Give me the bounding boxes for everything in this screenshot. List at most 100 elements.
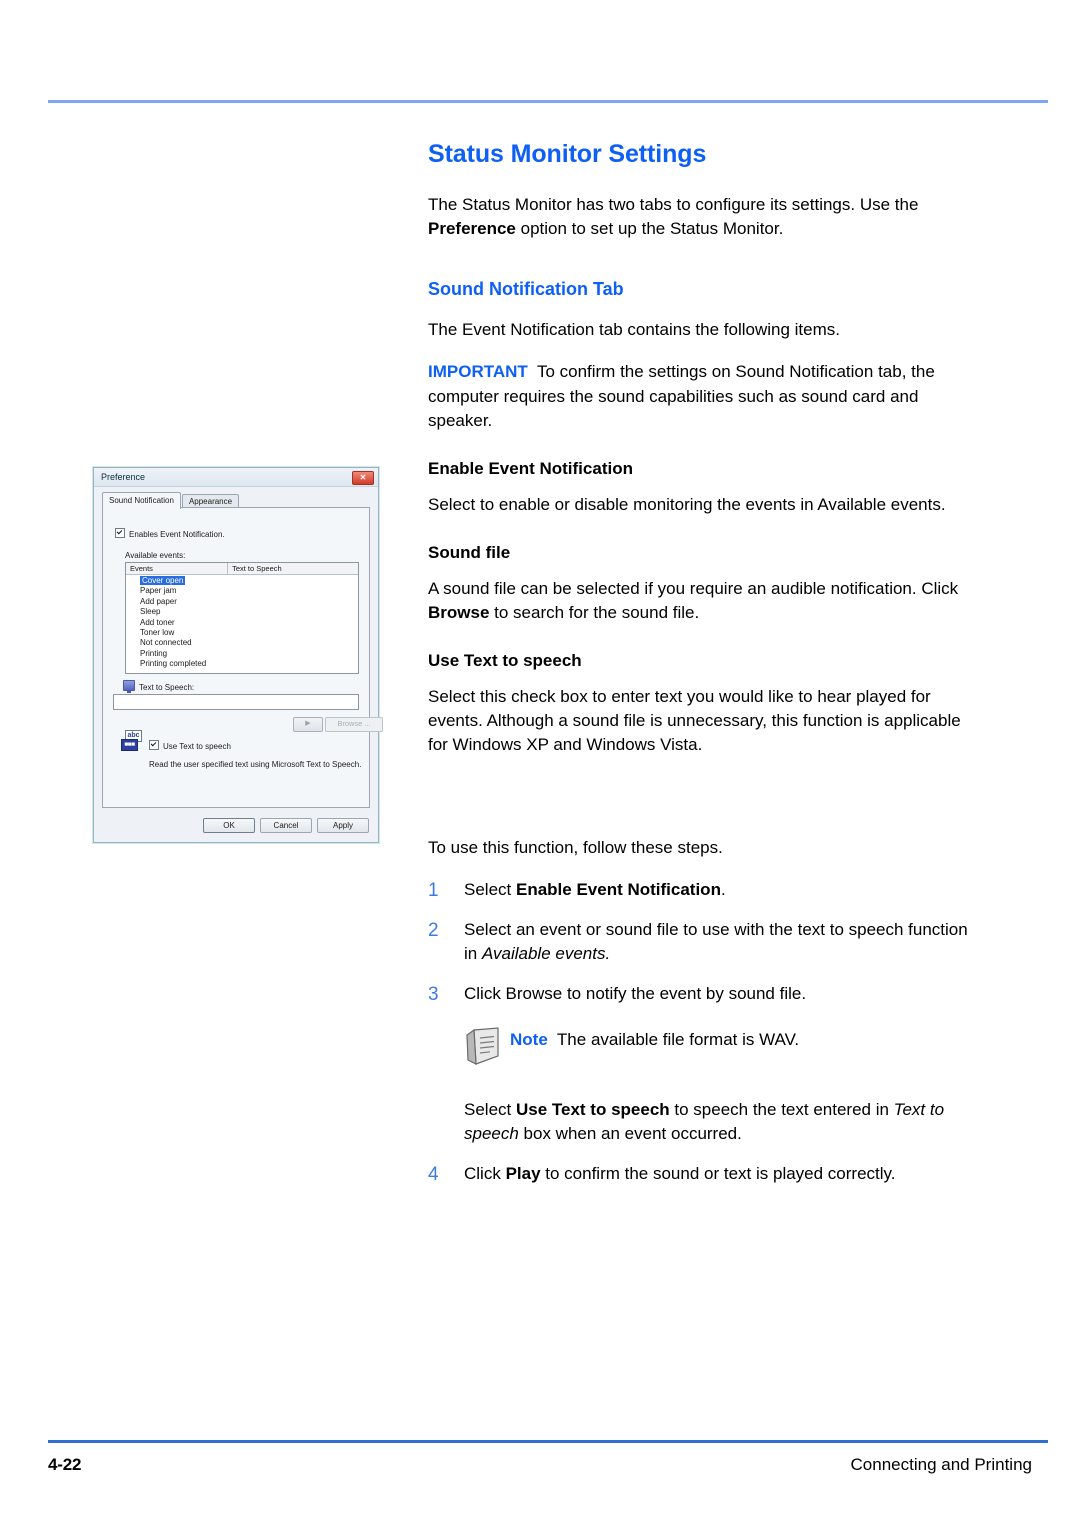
- sound-file-body: A sound file can be selected if you requ…: [428, 577, 980, 625]
- list-item[interactable]: Cover open: [126, 576, 358, 586]
- close-icon[interactable]: ✕: [352, 471, 374, 485]
- preference-dialog: Preference ✕ Sound Notification Appearanc…: [93, 467, 383, 843]
- tab-pane-sound-notification: Enables Event Notification. Available ev…: [102, 507, 383, 808]
- subheading-use-text-to-speech: Use Text to speech: [428, 651, 582, 671]
- footer-chapter-title: Connecting and Printing: [850, 1455, 1032, 1474]
- list-item-label: Not connected: [140, 638, 192, 648]
- step-text-italic: Available events.: [481, 943, 611, 963]
- browse-button[interactable]: Browse ...: [325, 717, 383, 732]
- abc-block-icon: ■■■: [121, 739, 138, 751]
- checkbox-icon: [149, 740, 159, 750]
- monitor-icon: [123, 680, 135, 693]
- step-text-pre: Click Browse to notify the event by soun…: [464, 984, 807, 1003]
- play-button[interactable]: ▶: [293, 717, 323, 732]
- dialog-title-bar: Preference ✕: [94, 468, 378, 487]
- footer-rule: [48, 1440, 1048, 1443]
- apply-button[interactable]: Apply: [317, 818, 369, 833]
- document-page: Preference ✕ Sound Notification Appearanc…: [0, 0, 1080, 1527]
- intro-paragraph: The Status Monitor has two tabs to confi…: [428, 193, 980, 241]
- text-to-speech-label: Text to Speech:: [139, 683, 195, 692]
- intro-bold: Preference: [428, 219, 516, 239]
- list-item-label: Sleep: [140, 607, 161, 617]
- list-item-label: Add toner: [140, 617, 175, 627]
- step-text-pre: Click: [464, 1164, 506, 1184]
- listbox-header: Events Text to Speech: [126, 563, 358, 575]
- list-item[interactable]: Printing completed: [126, 659, 358, 669]
- subheading-sound-file: Sound file: [428, 542, 511, 562]
- step-3-continuation: Select Use Text to speech to speech the …: [428, 1098, 980, 1146]
- step-4: 4 Click Play to confirm the sound or text…: [428, 1162, 980, 1186]
- text-to-speech-label-row: Text to Speech:: [123, 680, 195, 693]
- step-text-post: .: [720, 879, 726, 899]
- list-item-label: Add paper: [140, 596, 177, 606]
- steps-section: To use this function, follow these steps…: [428, 836, 980, 1187]
- use-text-to-speech-body: Select this check box to enter text you …: [428, 687, 961, 755]
- use-text-to-speech-label: Use Text to speech: [163, 742, 231, 751]
- note-text: The available file format is WAV.: [556, 1030, 800, 1050]
- intro-text-2: option to set up the Status Monitor.: [515, 219, 784, 239]
- content-column: Status Monitor Settings The Status Monit…: [428, 140, 980, 1203]
- step-number: 3: [428, 984, 439, 1005]
- step-1: 1 Select Enable Event Notification.: [428, 878, 980, 902]
- step-text-bold: Play: [505, 1164, 541, 1184]
- checkbox-icon: [115, 528, 125, 538]
- list-item-label: Toner low: [140, 628, 175, 638]
- after-note-text-2: to speech the text entered in: [669, 1100, 894, 1120]
- dialog-tabs: Sound Notification Appearance: [102, 492, 370, 509]
- step-text-bold: Enable Event Notification: [515, 879, 721, 899]
- list-item[interactable]: Toner low: [126, 628, 358, 638]
- section-title: Sound Notification Tab: [428, 279, 624, 300]
- text-to-speech-input[interactable]: [113, 694, 359, 710]
- column-header-events: Events: [126, 563, 229, 574]
- step-number: 4: [428, 1164, 439, 1186]
- list-item-label: Cover open: [140, 576, 186, 585]
- list-item[interactable]: Printing: [126, 649, 358, 659]
- list-item-label: Paper jam: [140, 586, 177, 596]
- text-to-speech-abc-icon: abc ■■■: [121, 730, 142, 752]
- list-item[interactable]: Paper jam: [126, 586, 358, 596]
- available-events-label: Available events:: [125, 551, 186, 560]
- sound-file-text-2: to search for the sound file.: [489, 603, 700, 622]
- step-number: 2: [428, 919, 439, 941]
- important-keyword: IMPORTANT: [428, 362, 528, 382]
- list-item[interactable]: Add toner: [126, 618, 358, 628]
- important-note: IMPORTANT To confirm the settings on Sou…: [428, 360, 980, 432]
- tab-sound-notification[interactable]: Sound Notification: [102, 492, 181, 509]
- step-text-pre: Select: [464, 879, 516, 899]
- use-text-to-speech-checkbox[interactable]: Use Text to speech: [149, 740, 231, 751]
- enable-event-notification-body: Select to enable or disable monitoring t…: [428, 494, 946, 514]
- ok-button[interactable]: OK: [203, 818, 255, 833]
- step-3: 3 Click Browse to notify the event by sou…: [428, 982, 980, 1006]
- subheading-enable-event-notification: Enable Event Notification: [428, 458, 633, 478]
- section-intro: The Event Notification tab contains the …: [428, 320, 840, 340]
- after-note-bold: Use Text to speech: [515, 1100, 670, 1120]
- text-to-speech-description: Read the user specified text using Micro…: [149, 760, 362, 769]
- step-2: 2 Select an event or sound file to use wi…: [428, 918, 980, 966]
- footer-page-number: 4-22: [48, 1455, 82, 1474]
- list-item[interactable]: Sleep: [126, 607, 358, 617]
- note-box: Note The available file format is WAV.: [428, 1027, 980, 1072]
- note-document-icon: [466, 1027, 499, 1066]
- listbox-items: Cover open Paper jam Add paper Sleep Add…: [126, 575, 358, 670]
- note-keyword: Note: [510, 1030, 548, 1050]
- sound-file-text-1: A sound file can be selected if you requ…: [428, 578, 959, 598]
- available-events-listbox[interactable]: Events Text to Speech Cover open Paper j…: [125, 562, 359, 674]
- enable-event-notification-checkbox[interactable]: Enables Event Notification.: [115, 528, 225, 539]
- list-item[interactable]: Not connected: [126, 638, 358, 648]
- list-item[interactable]: Add paper: [126, 597, 358, 607]
- step-number: 1: [428, 879, 439, 901]
- browse-bold: Browse: [428, 603, 490, 622]
- steps-intro: To use this function, follow these steps…: [428, 837, 723, 857]
- dialog-body: Sound Notification Appearance Enables Eve…: [94, 486, 383, 842]
- column-header-text-to-speech: Text to Speech: [232, 564, 282, 573]
- step-text-post: to confirm the sound or text is played c…: [540, 1164, 896, 1184]
- page-title: Status Monitor Settings: [428, 140, 707, 168]
- list-item-label: Printing completed: [140, 659, 207, 669]
- dialog-title: Preference: [101, 472, 146, 482]
- intro-text-1: The Status Monitor has two tabs to confi…: [428, 195, 919, 214]
- enable-event-notification-label: Enables Event Notification.: [129, 530, 225, 539]
- cancel-button[interactable]: Cancel: [260, 818, 312, 833]
- list-item-label: Printing: [140, 648, 168, 658]
- dialog-button-bar: OK Cancel Apply: [94, 818, 378, 834]
- header-rule: [48, 100, 1048, 103]
